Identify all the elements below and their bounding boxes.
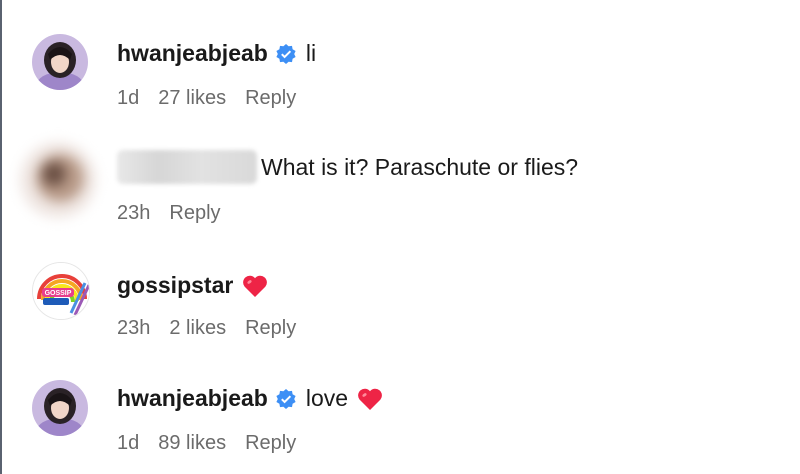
comment-item: GOSSIP gossipstar 23h 2 likes Reply [0,240,800,360]
comment-text: li [305,40,317,66]
avatar[interactable] [32,380,88,436]
comment-line: hwanjeabjeab li [117,40,316,67]
reply-button[interactable]: Reply [245,317,296,340]
comment-line: hwanjeabjeab love [117,385,383,412]
blurred-username [117,150,257,184]
like-count[interactable]: 2 likes [169,317,226,340]
comment-time: 1d [117,432,140,454]
avatar-logo-text: GOSSIP [45,290,72,297]
comment-item: hwanjeabjeab li 1d 27 likes Reply [0,0,800,120]
reply-button[interactable]: Reply [245,432,296,455]
comment-text: What is it? Paraschute or flies? [261,153,579,180]
comment-line: gossipstar [117,272,268,299]
avatar[interactable] [32,34,88,90]
verified-badge-icon [276,43,296,64]
heart-emoji-icon [242,274,268,298]
comment-meta: 23h Reply [117,202,240,225]
comment-time: 23h [117,202,151,224]
like-count[interactable]: 89 likes [158,432,226,455]
comment-item: What is it? Paraschute or flies? 23h Rep… [0,120,800,240]
reply-button[interactable]: Reply [169,202,220,225]
comment-time: 23h [117,317,151,339]
avatar[interactable]: GOSSIP [32,262,90,320]
username[interactable]: hwanjeabjeab [117,40,268,67]
comment-meta: 23h 2 likes Reply [117,317,315,340]
avatar[interactable] [20,142,96,218]
comment-time: 1d [117,87,140,109]
username[interactable]: hwanjeabjeab [117,385,268,412]
comment-meta: 1d 27 likes Reply [117,87,315,110]
reply-button[interactable]: Reply [245,87,296,110]
heart-emoji-icon [357,387,383,411]
comment-meta: 1d 89 likes Reply [117,432,315,455]
verified-badge-icon [276,388,296,409]
comment-line: What is it? Paraschute or flies? [117,150,578,184]
username[interactable]: gossipstar [117,272,233,299]
comment-text: love [305,385,349,411]
like-count[interactable]: 27 likes [158,87,226,110]
comment-item: hwanjeabjeab love 1d 89 likes Reply [0,360,800,474]
